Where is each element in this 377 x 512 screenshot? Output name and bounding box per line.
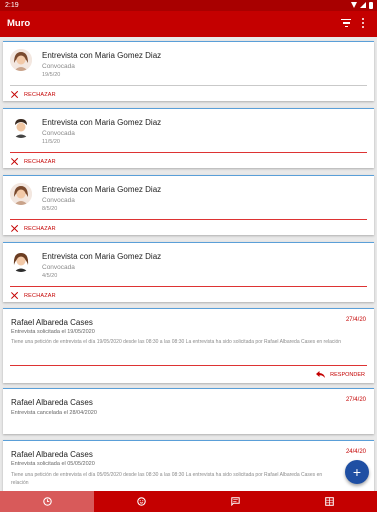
plus-icon: + xyxy=(352,464,362,480)
reject-button[interactable]: RECHAZAR xyxy=(11,91,56,98)
message-card[interactable]: Rafael Albareda Cases 24/4/20 Entrevista… xyxy=(3,440,374,494)
respond-label: RESPONDER xyxy=(330,371,365,378)
interview-card[interactable]: Entrevista con Maria Gomez Diaz Convocad… xyxy=(3,108,374,168)
status-icons xyxy=(351,2,373,9)
message-card[interactable]: Rafael Albareda Cases 27/4/20 Entrevista… xyxy=(3,308,374,383)
reject-button[interactable]: RECHAZAR xyxy=(11,158,56,165)
respond-button[interactable]: RESPONDER xyxy=(316,371,365,378)
smiley-icon xyxy=(137,497,146,506)
message-body: Tiene una petición de entrevista el día … xyxy=(11,472,323,486)
avatar xyxy=(10,116,32,138)
close-icon xyxy=(11,91,18,98)
interview-date: 8/5/20 xyxy=(42,206,58,212)
app-title: Muro xyxy=(7,18,31,29)
clock-icon xyxy=(42,497,52,506)
message-card[interactable]: Rafael Albareda Cases 27/4/20 Entrevista… xyxy=(3,388,374,434)
interview-date: 11/5/20 xyxy=(42,139,60,145)
reject-button[interactable]: RECHAZAR xyxy=(11,225,56,232)
reject-label: RECHAZAR xyxy=(24,292,56,299)
avatar xyxy=(10,183,32,205)
divider xyxy=(10,152,367,153)
interview-title: Entrevista con Maria Gomez Diaz xyxy=(42,51,162,60)
reply-icon xyxy=(316,371,326,378)
nav-tab-smiley[interactable] xyxy=(94,491,188,512)
status-bar: 2:19 xyxy=(0,0,377,11)
chat-icon xyxy=(231,497,240,506)
grid-icon xyxy=(325,497,335,506)
reject-label: RECHAZAR xyxy=(24,225,56,232)
interview-date: 4/5/20 xyxy=(42,273,58,279)
interview-card[interactable]: Entrevista con Maria Gomez Diaz Convocad… xyxy=(3,175,374,235)
divider xyxy=(10,85,367,86)
nav-tab-grid[interactable] xyxy=(283,491,377,512)
close-icon xyxy=(11,292,18,299)
message-subtitle: Entrevista solicitada el 19/05/2020 xyxy=(11,329,95,335)
nav-tab-chat[interactable] xyxy=(189,491,283,512)
interview-card[interactable]: Entrevista con Maria Gomez Diaz Convocad… xyxy=(3,242,374,302)
interview-date: 19/5/20 xyxy=(42,72,61,78)
message-subtitle: Entrevista solicitada el 05/05/2020 xyxy=(11,461,95,467)
interview-title: Entrevista con Maria Gomez Diaz xyxy=(42,252,162,261)
nav-tab-clock[interactable] xyxy=(0,491,95,512)
interview-status: Convocada xyxy=(42,264,75,271)
reject-label: RECHAZAR xyxy=(24,158,56,165)
message-sender: Rafael Albareda Cases xyxy=(11,450,93,459)
interview-title: Entrevista con Maria Gomez Diaz xyxy=(42,118,162,127)
message-subtitle: Entrevista cancelada el 28/04/2020 xyxy=(11,410,97,416)
interview-status: Convocada xyxy=(42,130,75,137)
message-date: 27/4/20 xyxy=(345,397,366,403)
filter-icon[interactable] xyxy=(341,19,351,28)
interview-card[interactable]: Entrevista con Maria Gomez Diaz Convocad… xyxy=(3,41,374,101)
avatar xyxy=(10,250,32,272)
battery-icon xyxy=(369,2,373,9)
interview-status: Convocada xyxy=(42,63,75,70)
signal-icon xyxy=(360,2,366,8)
close-icon xyxy=(11,225,18,232)
interview-status: Convocada xyxy=(42,197,75,204)
interview-title: Entrevista con Maria Gomez Diaz xyxy=(42,185,162,194)
message-sender: Rafael Albareda Cases xyxy=(11,398,93,407)
message-date: 24/4/20 xyxy=(345,449,366,455)
message-sender: Rafael Albareda Cases xyxy=(11,318,93,327)
bottom-nav xyxy=(0,491,377,512)
app-bar: Muro xyxy=(0,11,377,37)
message-date: 27/4/20 xyxy=(345,317,366,323)
divider xyxy=(10,219,367,220)
close-icon xyxy=(11,158,18,165)
add-button[interactable]: + xyxy=(345,460,369,484)
status-time: 2:19 xyxy=(5,2,19,9)
avatar xyxy=(10,49,32,71)
reject-label: RECHAZAR xyxy=(24,91,56,98)
more-vert-icon[interactable] xyxy=(360,18,366,30)
divider xyxy=(10,286,367,287)
message-body: Tiene una petición de entrevista el día … xyxy=(11,339,342,345)
reject-button[interactable]: RECHAZAR xyxy=(11,292,56,299)
wifi-icon xyxy=(351,2,357,8)
divider xyxy=(10,365,367,366)
